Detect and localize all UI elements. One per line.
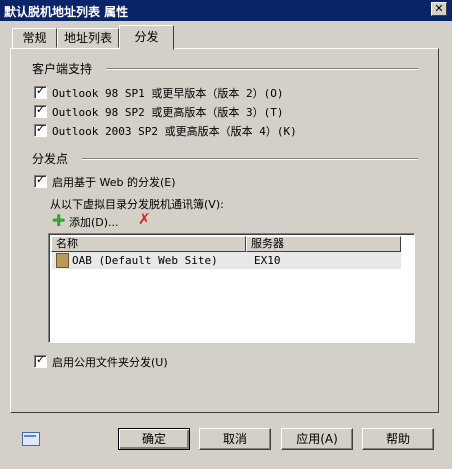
tab-distribution[interactable]: 分发	[119, 25, 174, 50]
virtual-directory-list[interactable]: 名称 服务器 OAB (Default Web Site) EX10	[48, 233, 415, 343]
checkmark-icon: ✓	[36, 84, 46, 97]
checkmark-icon: ✓	[36, 103, 46, 116]
client-support-heading: 客户端支持	[32, 62, 93, 76]
outlook-v2-checkbox[interactable]: ✓	[34, 84, 47, 99]
table-row[interactable]: OAB (Default Web Site) EX10	[52, 252, 401, 269]
help-context-icon[interactable]	[22, 432, 40, 446]
column-server-label: 服务器	[251, 237, 284, 250]
column-header-server[interactable]: 服务器	[246, 236, 401, 252]
row-server: EX10	[254, 254, 281, 267]
vdir-label: 从以下虚拟目录分发脱机通讯簿(V):	[50, 198, 224, 211]
web-distribution-label: 启用基于 Web 的分发(E)	[52, 176, 176, 189]
outlook-v3-label: Outlook 98 SP2 或更高版本（版本 3）(T)	[52, 106, 284, 119]
cancel-label: 取消	[222, 432, 247, 446]
distribution-divider	[82, 158, 418, 160]
add-label: 添加(D)...	[69, 216, 119, 229]
apply-label: 应用(A)	[296, 432, 338, 446]
tab-address-lists[interactable]: 地址列表	[57, 28, 119, 48]
add-button[interactable]: ✚ 添加(D)...	[52, 211, 142, 230]
ok-label: 确定	[141, 432, 166, 446]
help-label: 帮助	[385, 432, 410, 446]
title-bar: 默认脱机地址列表 属性 ✕	[0, 0, 452, 21]
window-title: 默认脱机地址列表 属性	[4, 5, 129, 19]
close-icon: ✕	[434, 2, 444, 15]
tab-distribution-label: 分发	[134, 30, 159, 44]
delete-icon: ✗	[138, 210, 151, 228]
outlook-v4-checkbox[interactable]: ✓	[34, 122, 47, 137]
cancel-button[interactable]: 取消	[199, 428, 271, 450]
checkmark-icon: ✓	[36, 173, 46, 186]
checkmark-icon: ✓	[36, 122, 46, 135]
column-header-name[interactable]: 名称	[51, 236, 246, 252]
web-distribution-checkbox[interactable]: ✓	[34, 173, 47, 188]
tab-address-lists-label: 地址列表	[63, 31, 112, 45]
tab-general[interactable]: 常规	[12, 28, 57, 48]
client-support-divider	[106, 68, 418, 70]
column-name-label: 名称	[56, 237, 78, 250]
outlook-v2-label: Outlook 98 SP1 或更早版本（版本 2）(O)	[52, 87, 284, 100]
outlook-v3-checkbox[interactable]: ✓	[34, 103, 47, 118]
screen-icon-line	[24, 435, 36, 437]
row-name: OAB (Default Web Site)	[72, 254, 218, 267]
checkmark-icon: ✓	[36, 353, 46, 366]
ok-button[interactable]: 确定	[118, 428, 190, 450]
public-folder-checkbox[interactable]: ✓	[34, 353, 47, 368]
close-button[interactable]: ✕	[431, 2, 447, 16]
tab-general-label: 常规	[22, 31, 47, 45]
public-folder-label: 启用公用文件夹分发(U)	[52, 356, 168, 369]
help-button[interactable]: 帮助	[362, 428, 434, 450]
apply-button[interactable]: 应用(A)	[281, 428, 353, 450]
virtual-directory-icon	[56, 253, 69, 268]
distribution-heading: 分发点	[32, 152, 69, 166]
outlook-v4-label: Outlook 2003 SP2 或更高版本（版本 4）(K)	[52, 125, 297, 138]
remove-button[interactable]: ✗	[136, 210, 152, 228]
add-icon: ✚	[52, 211, 66, 230]
